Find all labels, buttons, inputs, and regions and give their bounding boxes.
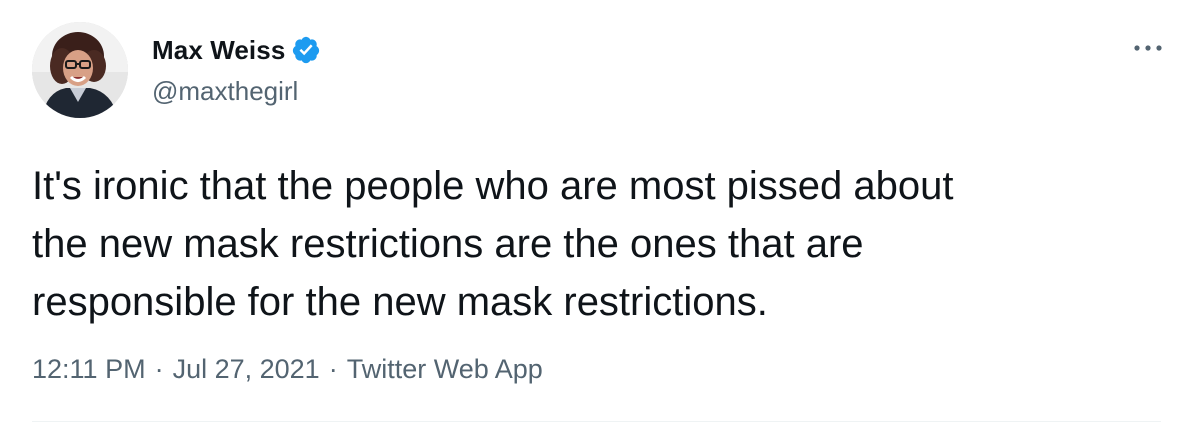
tweet-date[interactable]: Jul 27, 2021: [173, 354, 320, 385]
tweet-text: It's ironic that the people who are most…: [32, 164, 954, 324]
avatar[interactable]: [32, 22, 128, 118]
divider: [32, 421, 1161, 422]
meta-separator: ·: [154, 354, 164, 384]
tweet-card: Max Weiss @maxthegirl It's ironic that t…: [0, 0, 1193, 423]
author-name-row: Max Weiss: [152, 33, 321, 67]
verified-badge-icon: [291, 35, 321, 65]
tweet-source-link[interactable]: Twitter Web App: [347, 354, 543, 385]
display-name[interactable]: Max Weiss: [152, 35, 285, 66]
more-options-button[interactable]: [1131, 36, 1165, 60]
tweet-metadata: 12:11 PM · Jul 27, 2021 · Twitter Web Ap…: [32, 354, 543, 385]
author-handle[interactable]: @maxthegirl: [152, 76, 298, 107]
more-horizontal-icon: [1133, 39, 1163, 57]
meta-separator: ·: [328, 354, 338, 384]
tweet-time[interactable]: 12:11 PM: [32, 354, 146, 385]
